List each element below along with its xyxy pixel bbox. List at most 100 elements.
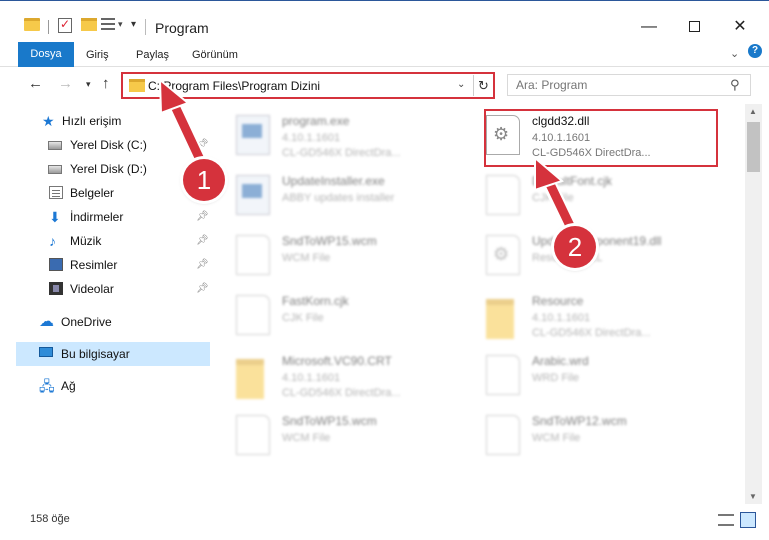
nav-item-documents[interactable]: Belgeler (16, 181, 210, 205)
pin-icon[interactable]: 📌︎ (196, 253, 209, 277)
nav-item-label: Hızlı erişim (62, 114, 122, 128)
folder-icon (236, 359, 264, 399)
customize-toolbar-icon[interactable]: ▾ (131, 19, 136, 37)
chevron-down-icon[interactable]: ⌄ (457, 79, 465, 90)
pin-icon[interactable]: 📌︎ (196, 229, 209, 253)
file-name: program.exe (282, 114, 350, 128)
scroll-thumb[interactable] (747, 122, 760, 172)
up-icon[interactable]: ↑ (102, 75, 110, 92)
search-icon[interactable]: ⚲ (730, 77, 740, 93)
maximize-icon (688, 21, 700, 33)
maximize-button[interactable] (671, 13, 717, 41)
network-icon: 🖧︎ (39, 378, 55, 394)
divider (48, 20, 49, 34)
file-name: SndToWP12.wcm (532, 414, 627, 428)
tab-home[interactable]: Giriş (78, 44, 117, 66)
file-item[interactable]: FastKorn.cjk CJK File (212, 289, 452, 347)
file-item[interactable]: program.exe 4.10.1.1601 CL-GD546X Direct… (212, 109, 452, 167)
address-bar[interactable]: C:\Program Files\Program Dizini ⌄ ↻ (121, 72, 495, 99)
file-icon (486, 355, 520, 395)
nav-item-label: Ağ (61, 379, 76, 393)
file-detail: WRD File (532, 372, 580, 384)
file-item[interactable]: UpdateInstaller.exe ABBY updates install… (212, 169, 452, 227)
help-icon[interactable]: ? (748, 44, 762, 58)
nav-item-videos[interactable]: Videolar 📌︎ (16, 277, 210, 301)
file-detail: WCM File (282, 252, 331, 264)
search-input[interactable] (516, 78, 716, 92)
navigation-pane: ★ Hızlı erişim Yerel Disk (C:) 📌︎ Yerel … (16, 107, 210, 499)
file-item[interactable]: Arabic.wrd WRD File (462, 349, 702, 407)
nav-item-label: Videolar (70, 282, 114, 296)
tiles-view-icon[interactable] (740, 512, 756, 528)
file-item[interactable]: SndToWP12.wcm WCM File (462, 409, 702, 467)
refresh-icon[interactable]: ↻ (473, 75, 493, 96)
video-icon (49, 282, 63, 295)
recent-locations-icon[interactable]: ▾ (86, 79, 91, 90)
file-item[interactable]: DefaultFont.cjk CJK File (462, 169, 702, 227)
file-item[interactable]: Microsoft.VC90.CRT 4.10.1.1601 CL-GD546X… (212, 349, 452, 407)
file-detail: CL-GD546X DirectDra... (282, 147, 401, 159)
file-name: FastKorn.cjk (282, 294, 349, 308)
nav-item-label: Bu bilgisayar (61, 347, 130, 361)
vertical-scrollbar[interactable]: ▲ ▼ (745, 104, 762, 504)
scroll-down-icon[interactable]: ▼ (749, 492, 757, 501)
new-folder-icon[interactable] (81, 18, 97, 31)
expand-ribbon-icon[interactable]: ⌄ (730, 47, 739, 60)
address-row: ← → ▾ ↑ C:\Program Files\Program Dizini … (0, 67, 769, 103)
search-box[interactable]: ⚲ (507, 74, 751, 96)
rename-icon[interactable] (101, 18, 115, 30)
download-icon: ⬇ (49, 209, 61, 225)
folder-icon[interactable] (24, 18, 40, 31)
file-detail: CL-GD546X DirectDra... (532, 327, 651, 339)
nav-item-label: Müzik (70, 234, 102, 248)
nav-item-network[interactable]: 🖧︎ Ağ (16, 374, 210, 398)
file-detail: 4.10.1.1601 (282, 132, 341, 144)
nav-item-disk-d[interactable]: Yerel Disk (D:) (16, 157, 210, 181)
chevron-down-icon[interactable]: ▾ (118, 19, 123, 37)
title-bar: ▾ ▾ Program — ✕ (0, 0, 769, 40)
highlight-frame (484, 109, 718, 167)
address-path[interactable]: C:\Program Files\Program Dizini (148, 79, 320, 93)
exe-icon (236, 175, 270, 215)
back-icon[interactable]: ← (28, 75, 43, 92)
status-bar: 158 öğe (0, 504, 769, 540)
tab-file[interactable]: Dosya (18, 42, 74, 67)
file-name: Arabic.wrd (532, 354, 589, 368)
pictures-icon (49, 258, 63, 271)
nav-item-music[interactable]: ♪ Müzik 📌︎ (16, 229, 210, 253)
dll-gear-icon (486, 235, 520, 275)
file-item[interactable]: SndToWP15.wcm WCM File (212, 409, 452, 467)
nav-item-disk-c[interactable]: Yerel Disk (C:) 📌︎ (16, 133, 210, 157)
pin-icon[interactable]: 📌︎ (196, 277, 209, 301)
star-icon: ★ (42, 113, 55, 129)
cloud-icon: ☁ (39, 313, 54, 330)
minimize-button[interactable]: — (626, 13, 672, 41)
scroll-up-icon[interactable]: ▲ (749, 107, 757, 116)
tab-view[interactable]: Görünüm (184, 44, 246, 66)
nav-item-downloads[interactable]: ⬇ İndirmeler 📌︎ (16, 205, 210, 229)
nav-item-this-pc[interactable]: Bu bilgisayar (16, 342, 210, 366)
file-detail: CL-GD546X DirectDra... (282, 387, 401, 399)
window-title: Program (155, 20, 209, 36)
properties-icon[interactable] (58, 17, 72, 33)
file-name: SndToWP15.wcm (282, 414, 377, 428)
disk-icon (48, 141, 62, 150)
pin-icon[interactable]: 📌︎ (196, 205, 209, 229)
tab-share[interactable]: Paylaş (128, 44, 177, 66)
disk-icon (48, 165, 62, 174)
file-item[interactable]: SndToWP15.wcm WCM File (212, 229, 452, 287)
nav-item-pictures[interactable]: Resimler 📌︎ (16, 253, 210, 277)
nav-item-onedrive[interactable]: ☁ OneDrive (16, 310, 210, 334)
file-icon (486, 175, 520, 215)
file-detail: WCM File (282, 432, 331, 444)
pin-icon[interactable]: 📌︎ (196, 133, 209, 157)
file-icon (486, 415, 520, 455)
forward-icon[interactable]: → (58, 75, 73, 92)
ribbon-tabs: Dosya Giriş Paylaş Görünüm ⌄ ? (0, 40, 769, 67)
close-button[interactable]: ✕ (717, 13, 763, 41)
exe-icon (236, 115, 270, 155)
documents-icon (49, 186, 63, 199)
nav-item-quick-access[interactable]: ★ Hızlı erişim (16, 109, 210, 133)
details-view-icon[interactable] (718, 514, 734, 526)
file-item[interactable]: Resource 4.10.1.1601 CL-GD546X DirectDra… (462, 289, 702, 347)
